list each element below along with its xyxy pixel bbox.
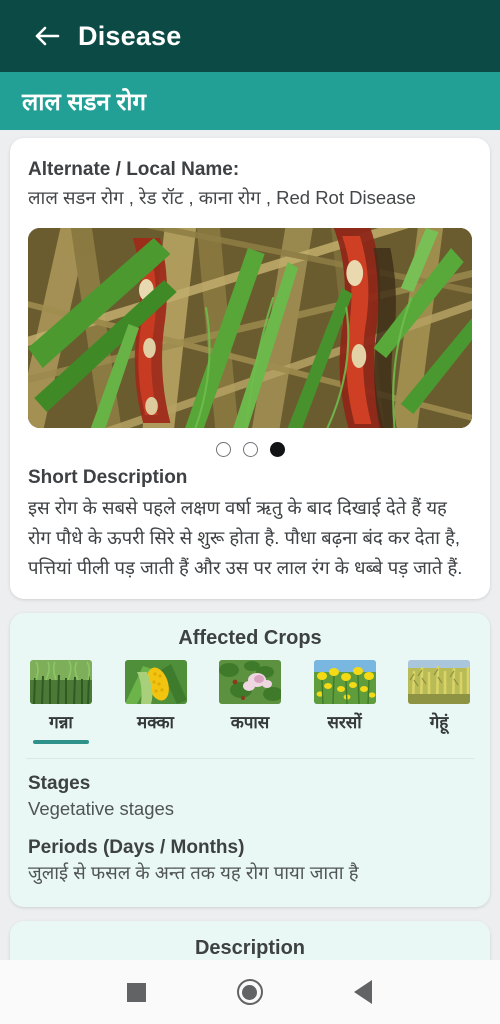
crop-item-wheat[interactable]: गेहूं: [402, 660, 476, 744]
crop-underline-maize: [128, 740, 184, 744]
app-screen: Disease लाल सडन रोग Alternate / Local Na…: [0, 0, 500, 1024]
crop-label-sugarcane: गन्ना: [49, 713, 73, 733]
back-triangle-icon[interactable]: [340, 969, 386, 1015]
disease-hero-image[interactable]: [28, 228, 472, 429]
affected-crops-card: Affected Crops गन्ना मक्का कपास सरसों गे…: [10, 613, 490, 907]
carousel-dot-2[interactable]: [242, 442, 258, 458]
alternate-name-label: Alternate / Local Name:: [28, 159, 240, 180]
crop-item-mustard[interactable]: सरसों: [308, 660, 382, 744]
mustard-thumb-image: [313, 660, 376, 705]
periods-label: Periods (Days / Months): [28, 836, 245, 858]
stages-value: Vegetative stages: [28, 798, 175, 820]
short-description-label: Short Description: [28, 467, 188, 489]
maize-thumb-image: [124, 660, 187, 705]
disease-name-label: लाल सडन रोग: [22, 88, 147, 116]
carousel-dots[interactable]: [28, 428, 472, 467]
page-title: Disease: [78, 20, 182, 51]
crop-underline-wheat: [411, 740, 467, 744]
cotton-thumb-image: [219, 660, 281, 705]
crop-item-maize[interactable]: मक्का: [119, 660, 193, 744]
crop-label-cotton: कपास: [230, 713, 270, 733]
sugarcane-thumb-image: [30, 660, 92, 705]
stages-label: Stages: [28, 773, 91, 795]
scroll-content[interactable]: Alternate / Local Name: लाल सडन रोग , रे…: [0, 130, 500, 960]
back-arrow-icon[interactable]: [30, 19, 64, 53]
affected-crops-title: Affected Crops: [178, 627, 322, 650]
periods-value: जुलाई से फसल के अन्त तक यह रोग पाया जाता…: [28, 861, 359, 883]
crop-selected-underline: [33, 740, 89, 745]
alternate-name-value: लाल सडन रोग , रेड रॉट , काना रोग , Red R…: [28, 186, 416, 208]
crop-label-mustard: सरसों: [327, 713, 362, 733]
crop-label-maize: मक्का: [137, 713, 174, 733]
description-card[interactable]: Description: [10, 920, 490, 960]
crop-item-sugarcane[interactable]: गन्ना: [24, 660, 98, 745]
app-bar: Disease: [0, 0, 500, 72]
description-title: Description: [10, 920, 490, 960]
home-circle-icon[interactable]: [227, 969, 273, 1015]
android-navigation-bar: [0, 960, 500, 1024]
carousel-dot-1[interactable]: [215, 442, 231, 458]
crop-label-wheat: गेहूं: [429, 713, 449, 733]
crop-item-cotton[interactable]: कपास: [213, 660, 287, 744]
crop-underline-mustard: [317, 740, 373, 744]
affected-crops-list: गन्ना मक्का कपास सरसों गेहूं: [10, 660, 490, 745]
disease-name-bar: लाल सडन रोग: [0, 72, 500, 130]
wheat-thumb-image: [408, 660, 470, 705]
crop-underline-cotton: [222, 740, 278, 744]
short-description-text: इस रोग के सबसे पहले लक्षण वर्षा ऋतु के ब…: [28, 497, 463, 579]
carousel-dot-3[interactable]: [269, 442, 285, 458]
disease-info-card: Alternate / Local Name: लाल सडन रोग , रे…: [10, 138, 490, 600]
recents-square-icon[interactable]: [114, 969, 160, 1015]
crop-meta-section: Stages Vegetative stages Periods (Days /…: [10, 759, 490, 907]
